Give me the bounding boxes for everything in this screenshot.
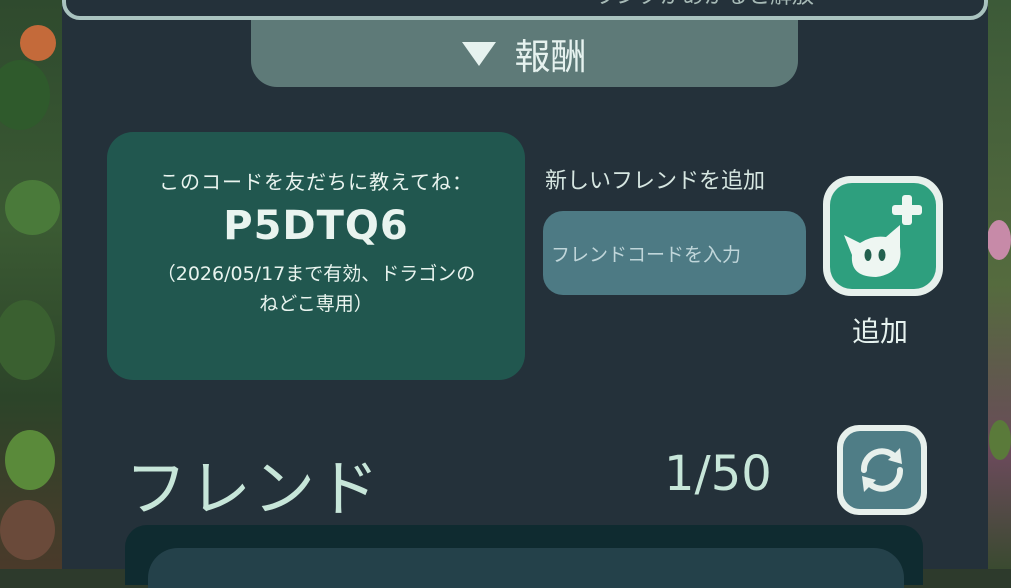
add-friend-button-face	[830, 183, 936, 289]
friend-code-card: このコードを友だちに教えてね： P5DTQ6 （2026/05/17まで有効、ド…	[107, 132, 525, 380]
bush-decoration	[0, 60, 50, 130]
friend-code-input[interactable]: フレンドコードを入力	[543, 211, 806, 295]
bush-decoration	[989, 420, 1011, 460]
bush-decoration	[0, 500, 55, 560]
friend-code-input-placeholder: フレンドコードを入力	[551, 243, 742, 266]
refresh-button[interactable]	[837, 425, 927, 515]
add-friend-button-label: 追加	[852, 315, 909, 348]
reward-label: 報酬	[514, 36, 587, 78]
bush-decoration	[0, 300, 55, 380]
friends-section-title: フレンド	[125, 452, 382, 525]
reward-toggle-tab[interactable]: 報酬	[251, 20, 798, 87]
game-background-left	[0, 0, 62, 569]
bush-decoration	[5, 430, 55, 490]
refresh-icon	[861, 448, 903, 492]
refresh-button-face	[843, 431, 921, 509]
bush-decoration	[5, 180, 60, 235]
friend-code-value: P5DTQ6	[223, 203, 409, 249]
add-friend-title: 新しいフレンドを追加	[545, 169, 766, 194]
add-friend-button[interactable]	[823, 176, 943, 296]
friend-code-hint: このコードを友だちに教えてね：	[159, 170, 473, 194]
triangle-down-icon	[462, 41, 497, 66]
locked-section-box: ランクがあがると解放	[62, 0, 988, 20]
game-background-right	[987, 0, 1011, 569]
locked-section-text: ランクがあがると解放	[594, 0, 814, 10]
bush-decoration	[20, 25, 56, 61]
friend-list-item[interactable]	[148, 548, 904, 588]
cat-plus-icon	[844, 195, 922, 277]
bush-decoration	[987, 220, 1011, 260]
friend-code-note: （2026/05/17まで有効、ドラゴンのねどこ専用）	[156, 263, 476, 315]
friends-count: 1/50	[664, 446, 772, 502]
